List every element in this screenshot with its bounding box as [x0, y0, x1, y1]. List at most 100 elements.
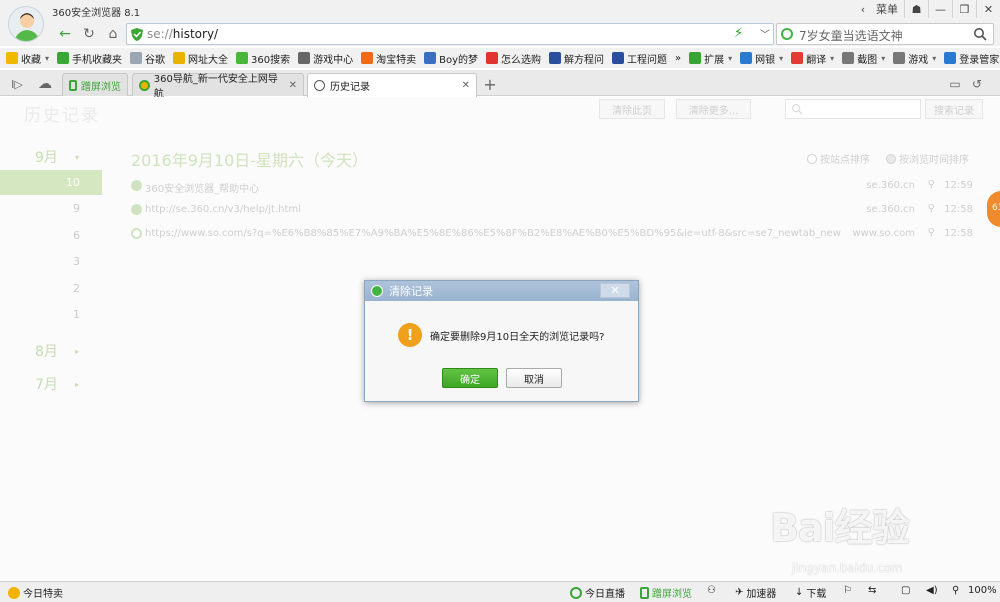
new-tab-button[interactable]: +	[479, 73, 501, 95]
bookmark-item[interactable]: 手机收藏夹	[57, 51, 122, 66]
home-button[interactable]: ⌂	[102, 23, 124, 45]
history-search-input[interactable]	[785, 99, 921, 119]
day-item-1[interactable]: 1	[0, 302, 102, 327]
dropdown-arrow-icon[interactable]: ▾	[779, 54, 783, 63]
search-icon[interactable]: ⚲	[928, 227, 935, 238]
bookmark-item[interactable]: 解方程问	[549, 51, 604, 66]
tab-close-icon[interactable]: ✕	[456, 80, 470, 91]
dropdown-arrow-icon[interactable]: ▾	[728, 54, 732, 63]
search-history-button[interactable]: 搜索记录	[925, 99, 983, 119]
restore-tab-icon[interactable]: ↺	[966, 73, 988, 95]
bookmark-item[interactable]: 网址大全	[173, 51, 228, 66]
day-item-9[interactable]: 9	[0, 196, 102, 221]
bookmark-item[interactable]: 截图 ▾	[842, 51, 885, 66]
day-item-10[interactable]: 10	[0, 170, 102, 195]
search-icon[interactable]	[973, 27, 987, 41]
tab-list-icon[interactable]: ▭	[944, 73, 966, 95]
search-icon[interactable]: ⚲	[928, 179, 935, 190]
bookmark-item[interactable]: 淘宝特卖	[361, 51, 416, 66]
back-button[interactable]: ←	[54, 23, 76, 45]
close-button[interactable]: ✕	[976, 0, 1000, 18]
dialog-message: 确定要删除9月10日全天的浏览记录吗?	[430, 332, 605, 343]
search-icon[interactable]: ⚲	[928, 203, 935, 214]
tab-close-icon[interactable]: ✕	[283, 80, 297, 91]
bookmark-item[interactable]: 怎么选购	[486, 51, 541, 66]
radio-selected-icon[interactable]	[886, 153, 896, 164]
address-bar[interactable]: se://history/	[126, 23, 774, 45]
address-dropdown-icon[interactable]: ﹀	[760, 26, 770, 41]
volume-icon[interactable]: ◀)	[926, 585, 938, 596]
search-input[interactable]: 7岁女童当选语文神	[776, 23, 994, 45]
dialog-close-button[interactable]: ✕	[600, 283, 630, 298]
expand-right-icon[interactable]: ▸	[75, 347, 79, 356]
history-row[interactable]: https://www.so.com/s?q=%E6%B8%85%E7%A9%B…	[131, 224, 981, 244]
tab-history[interactable]: 历史记录 ✕	[307, 73, 477, 97]
maximize-button[interactable]: ❐	[952, 0, 976, 18]
today-sale-link[interactable]: 今日特卖	[8, 585, 63, 600]
window-icon[interactable]: ▢	[901, 585, 910, 596]
bookmark-item[interactable]: 谷歌	[130, 51, 165, 66]
menu-arrow-icon[interactable]: ‹	[856, 0, 870, 18]
day-item-2[interactable]: 2	[0, 276, 102, 301]
cancel-button[interactable]: 取消	[506, 368, 562, 388]
zoom-icon[interactable]: ⚲	[952, 585, 959, 596]
bookmark-item[interactable]: 收藏 ▾	[6, 51, 49, 66]
sidebar-toggle-icon[interactable]: I▷	[6, 73, 28, 95]
bookmark-item[interactable]: 工程问题	[612, 51, 667, 66]
bookmark-item[interactable]: 扩展 ▾	[689, 51, 732, 66]
speed-mode-icon[interactable]: ⚡	[734, 26, 743, 41]
bookmark-item[interactable]: 翻译 ▾	[791, 51, 834, 66]
bookmark-item[interactable]: 网银 ▾	[740, 51, 783, 66]
history-row-title[interactable]: https://www.so.com/s?q=%E6%B8%85%E7%A9%B…	[145, 228, 841, 239]
clear-more-button[interactable]: 清除更多...	[676, 99, 751, 119]
refresh-button[interactable]: ↻	[78, 23, 100, 45]
accelerator-button[interactable]: ✈ 加速器	[735, 585, 776, 601]
bookmark-favicon-icon	[173, 52, 186, 64]
skin-button[interactable]: ☗	[904, 0, 928, 18]
confirm-button[interactable]: 确定	[442, 368, 498, 388]
radio-icon[interactable]	[807, 153, 817, 164]
peek-browse-link[interactable]: 蹭屏浏览	[640, 585, 692, 600]
history-row-domain[interactable]: www.so.com	[853, 228, 916, 239]
zoom-level[interactable]: 100%	[968, 585, 997, 596]
tab-peek-browse[interactable]: 蹭屏浏览	[62, 73, 128, 96]
history-row[interactable]: http://se.360.cn/v3/help/jt.html se.360.…	[131, 200, 981, 220]
tab-360-navigation[interactable]: 360导航_新一代安全上网导航 ✕	[132, 73, 304, 100]
flag-icon[interactable]: ⚐	[843, 585, 852, 596]
sort-by-site[interactable]: 按站点排序	[807, 151, 870, 166]
day-item-3[interactable]: 3	[0, 249, 102, 274]
bookmark-label: 截图	[857, 54, 878, 66]
dropdown-arrow-icon[interactable]: ▾	[830, 54, 834, 63]
history-row-title[interactable]: 360安全浏览器_帮助中心	[145, 180, 259, 195]
bookmark-label: 360搜索	[251, 54, 291, 66]
bookmark-item[interactable]: 游戏 ▾	[893, 51, 936, 66]
history-row[interactable]: 360安全浏览器_帮助中心 se.360.cn ⚲ 12:59	[131, 176, 981, 196]
bookmark-item[interactable]: 游戏中心	[298, 51, 353, 66]
month-sep[interactable]: 9月	[35, 147, 58, 167]
cloud-icon[interactable]: ☁	[34, 73, 56, 95]
wifi-icon[interactable]: ⚇	[707, 585, 716, 596]
month-aug[interactable]: 8月	[35, 341, 58, 361]
bookmark-item[interactable]: »	[675, 53, 681, 64]
download-button[interactable]: ↓ 下载	[795, 585, 826, 601]
clear-page-button[interactable]: 清除此页	[599, 99, 665, 119]
sort-by-time[interactable]: 按浏览时间排序	[886, 151, 969, 166]
month-jul[interactable]: 7月	[35, 374, 58, 394]
bookmark-item[interactable]: 登录管家	[944, 51, 999, 66]
expand-right-icon[interactable]: ▸	[75, 380, 79, 389]
minimize-button[interactable]: —	[928, 0, 952, 18]
bookmark-item[interactable]: Boy的梦	[424, 51, 478, 66]
history-row-title[interactable]: http://se.360.cn/v3/help/jt.html	[145, 204, 301, 215]
dropdown-arrow-icon[interactable]: ▾	[932, 54, 936, 63]
expand-down-icon[interactable]: ▾	[75, 153, 79, 162]
bookmark-item[interactable]: 360搜索	[236, 51, 290, 66]
dropdown-arrow-icon[interactable]: ▾	[881, 54, 885, 63]
day-item-6[interactable]: 6	[0, 223, 102, 248]
history-row-domain[interactable]: se.360.cn	[866, 180, 915, 191]
menu-button[interactable]: 菜单	[870, 0, 904, 18]
side-float-badge[interactable]: 63	[987, 191, 1000, 227]
dropdown-arrow-icon[interactable]: ▾	[45, 54, 49, 63]
today-live-link[interactable]: 今日直播	[570, 585, 625, 600]
history-row-domain[interactable]: se.360.cn	[866, 204, 915, 215]
translate-icon[interactable]: ⇆	[868, 585, 876, 596]
